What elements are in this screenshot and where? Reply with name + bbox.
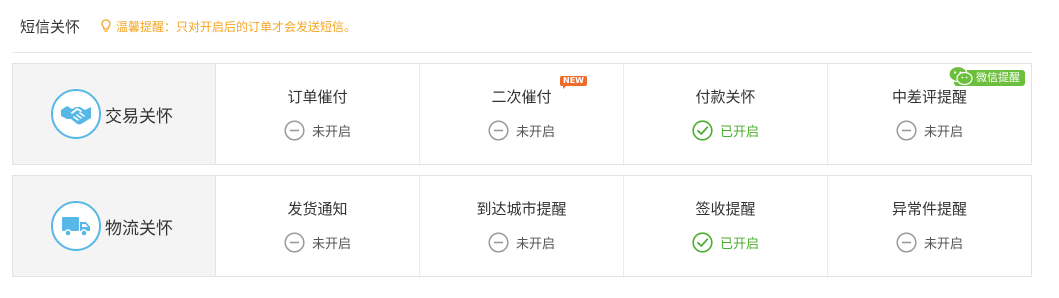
status-text: 未开启 bbox=[515, 125, 555, 140]
section-trade-care: 交易关怀 订单催付 未开启 NEW 二次催付 未开启 付款关怀 已开启 微信提醒… bbox=[12, 63, 1032, 165]
card-city-arrival-alert[interactable]: 到达城市提醒 未开启 bbox=[420, 176, 624, 276]
minus-circle-icon bbox=[284, 232, 305, 253]
category-logistics-care: 物流关怀 bbox=[13, 176, 216, 276]
minus-circle-icon bbox=[488, 232, 509, 253]
category-label: 物流关怀 bbox=[105, 218, 173, 239]
status-text: 未开启 bbox=[923, 237, 963, 252]
status-toggle[interactable]: 未开启 bbox=[488, 232, 555, 253]
status-toggle[interactable]: 未开启 bbox=[488, 120, 555, 141]
item-title: 异常件提醒 bbox=[891, 200, 967, 218]
category-label: 交易关怀 bbox=[105, 106, 173, 127]
item-title: 到达城市提醒 bbox=[476, 200, 567, 218]
page-header: 短信关怀 温馨提醒：只对开启后的订单才会发送短信。 bbox=[12, 0, 1032, 53]
status-toggle[interactable]: 已开启 bbox=[692, 232, 759, 253]
tip-text: 温馨提醒：只对开启后的订单才会发送短信。 bbox=[116, 19, 357, 34]
category-trade-care: 交易关怀 bbox=[13, 64, 216, 164]
new-badge: NEW bbox=[560, 76, 587, 89]
status-toggle[interactable]: 未开启 bbox=[896, 120, 963, 141]
wechat-icon bbox=[948, 65, 973, 86]
page-title: 短信关怀 bbox=[20, 17, 81, 36]
status-text: 未开启 bbox=[515, 237, 555, 252]
card-exception-alert[interactable]: 异常件提醒 未开启 bbox=[828, 176, 1031, 276]
card-shipping-notice[interactable]: 发货通知 未开启 bbox=[216, 176, 420, 276]
status-text: 已开启 bbox=[719, 125, 759, 140]
wechat-badge-label: 微信提醒 bbox=[976, 71, 1020, 84]
card-negative-review-alert[interactable]: 微信提醒 中差评提醒 未开启 bbox=[828, 64, 1031, 164]
status-text: 未开启 bbox=[923, 125, 963, 140]
minus-circle-icon bbox=[284, 120, 305, 141]
minus-circle-icon bbox=[896, 120, 917, 141]
item-title: 中差评提醒 bbox=[891, 88, 967, 106]
card-delivery-alert[interactable]: 签收提醒 已开启 bbox=[624, 176, 828, 276]
item-title: 发货通知 bbox=[287, 200, 348, 218]
truck-icon bbox=[51, 201, 101, 251]
status-toggle[interactable]: 未开启 bbox=[896, 232, 963, 253]
status-text: 未开启 bbox=[311, 125, 351, 140]
handshake-icon bbox=[51, 89, 101, 139]
card-second-reminder[interactable]: NEW 二次催付 未开启 bbox=[420, 64, 624, 164]
minus-circle-icon bbox=[896, 232, 917, 253]
card-order-reminder[interactable]: 订单催付 未开启 bbox=[216, 64, 420, 164]
status-toggle[interactable]: 未开启 bbox=[284, 232, 351, 253]
lightbulb-icon bbox=[101, 19, 111, 32]
item-title: 订单催付 bbox=[287, 88, 348, 106]
check-circle-icon bbox=[692, 232, 713, 253]
status-toggle[interactable]: 已开启 bbox=[692, 120, 759, 141]
status-toggle[interactable]: 未开启 bbox=[284, 120, 351, 141]
item-title: 二次催付 bbox=[491, 88, 552, 106]
wechat-badge: 微信提醒 bbox=[948, 65, 1025, 86]
card-payment-care[interactable]: 付款关怀 已开启 bbox=[624, 64, 828, 164]
tip-notice: 温馨提醒：只对开启后的订单才会发送短信。 bbox=[100, 18, 356, 35]
minus-circle-icon bbox=[488, 120, 509, 141]
item-title: 签收提醒 bbox=[695, 200, 756, 218]
status-text: 已开启 bbox=[719, 237, 759, 252]
check-circle-icon bbox=[692, 120, 713, 141]
section-logistics-care: 物流关怀 发货通知 未开启 到达城市提醒 未开启 签收提醒 已开启 异常件提醒 … bbox=[12, 175, 1032, 277]
status-text: 未开启 bbox=[311, 237, 351, 252]
item-title: 付款关怀 bbox=[695, 88, 756, 106]
